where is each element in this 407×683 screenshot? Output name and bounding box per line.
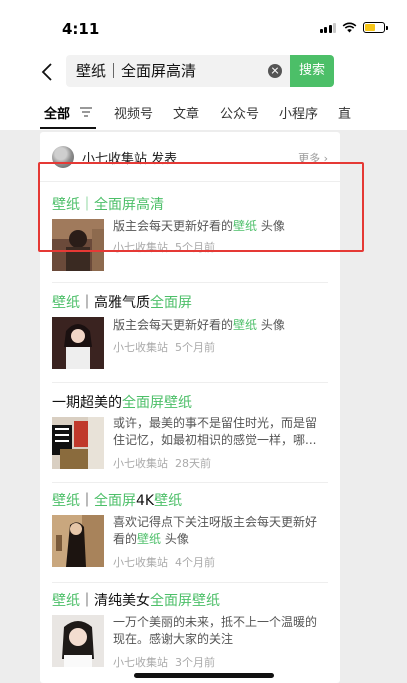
result-title[interactable]: 壁纸｜全面屏高清 [52,194,164,214]
result-card: 小七收集站 发表 更多 › 壁纸｜全面屏高清 版主会每天更新好看的壁纸 头像 小… [40,132,340,683]
result-description: 版主会每天更新好看的壁纸 头像 [113,218,327,235]
publish-time: 4个月前 [175,556,215,569]
keyword-highlight: 全面屏高清 [94,197,164,213]
thumbnail-image [52,615,104,667]
wifi-icon [342,22,357,33]
result-meta: 小七收集站 3个月前 [113,654,215,670]
result-description: 或许，最美的事不是留住时光，而是留住记忆，如最初相识的感觉一样，哪... [113,415,327,449]
filter-icon[interactable] [80,107,92,117]
keyword-highlight: 壁纸 [154,493,183,509]
publish-time: 28天前 [175,457,211,470]
result-tabs: 全部 视频号 文章 公众号 小程序 直 [0,100,407,130]
tab-official-accounts[interactable]: 公众号 [220,103,259,122]
list-item[interactable]: 一期超美的全面屏壁纸 或许，最美的事不是留住时光，而是留住记忆，如最初相识的感觉… [40,382,340,482]
source-name: 小七收集站 [113,656,168,669]
search-input[interactable]: 壁纸｜全面屏高清 [76,55,196,87]
result-title[interactable]: 一期超美的全面屏壁纸 [52,392,192,412]
keyword-highlight: 壁纸 [233,318,258,332]
thumbnail-image [52,219,104,271]
result-description: 喜欢记得点下关注呀版主会每天更新好看的壁纸 头像 [113,514,327,548]
publish-time: 5个月前 [175,241,215,254]
keyword-highlight: 壁纸 [52,493,80,509]
account-name[interactable]: 小七收集站 发表 [82,148,177,167]
tab-mini-programs[interactable]: 小程序 [279,103,318,122]
active-tab-indicator [40,127,96,129]
keyword-highlight: 壁纸 [233,219,258,233]
keyword-highlight: 壁纸 [52,295,80,311]
more-label: 更多 [298,152,321,165]
text-segment: 一万个美丽的未来，抵不上一个温暖的现在。感谢大家的关注 [113,615,318,646]
thumbnail-image [52,417,104,469]
chevron-right-icon: › [323,152,328,165]
publish-time: 5个月前 [175,341,215,354]
status-time: 4:11 [62,20,100,38]
more-link[interactable]: 更多 › [298,150,328,166]
keyword-highlight: 全面屏壁纸 [150,593,220,609]
keyword-highlight: 全面屏壁纸 [122,395,192,411]
home-indicator[interactable] [134,673,274,678]
result-title[interactable]: 壁纸｜全面屏4K壁纸 [52,490,182,510]
text-segment: 4K [136,493,155,509]
list-item[interactable]: 壁纸｜高雅气质全面屏 版主会每天更新好看的壁纸 头像 小七收集站 5个月前 [40,282,340,382]
text-segment: ｜高雅气质 [80,295,150,311]
source-name: 小七收集站 [113,241,168,254]
avatar[interactable] [52,146,74,168]
source-name: 小七收集站 [113,341,168,354]
back-arrow-icon[interactable] [40,62,56,82]
result-meta: 小七收集站 5个月前 [113,339,215,355]
thumbnail-image [52,317,104,369]
search-field[interactable]: 壁纸｜全面屏高清 [66,55,290,87]
publish-time: 3个月前 [175,656,215,669]
battery-icon [363,22,388,33]
keyword-highlight: 壁纸 [52,593,80,609]
thumbnail-image [52,515,104,567]
source-name: 小七收集站 [113,457,168,470]
text-segment: 头像 [257,219,285,233]
tab-articles[interactable]: 文章 [173,103,199,122]
status-icons [319,22,388,33]
keyword-highlight: ｜ [80,197,94,213]
text-segment: 或许，最美的事不是留住时光，而是留住记忆，如最初相识的感觉一样，哪... [113,416,318,447]
tab-channels[interactable]: 视频号 [114,103,153,122]
text-segment: ｜清纯美女 [80,593,150,609]
list-item[interactable]: 壁纸｜全面屏4K壁纸 喜欢记得点下关注呀版主会每天更新好看的壁纸 头像 小七收集… [40,482,340,582]
source-name: 小七收集站 [113,556,168,569]
result-meta: 小七收集站 4个月前 [113,554,215,570]
result-title[interactable]: 壁纸｜清纯美女全面屏壁纸 [52,590,220,610]
keyword-highlight: 壁纸 [52,197,80,213]
text-segment: 版主会每天更新好看的 [113,219,234,233]
search-bar: 壁纸｜全面屏高清 搜索 [0,44,407,100]
text-segment: 版主会每天更新好看的 [113,318,234,332]
text-segment: ｜ [80,493,94,509]
status-bar: 4:11 [0,0,407,44]
result-description: 一万个美丽的未来，抵不上一个温暖的现在。感谢大家的关注 [113,614,327,648]
result-meta: 小七收集站 5个月前 [113,239,215,255]
keyword-highlight: 壁纸 [137,532,162,546]
tab-all[interactable]: 全部 [44,103,70,122]
keyword-highlight: 全面屏 [94,493,136,509]
search-button[interactable]: 搜索 [290,55,334,87]
clear-search-icon[interactable] [268,64,282,78]
text-segment: 头像 [161,532,189,546]
text-segment: 头像 [257,318,285,332]
text-segment: 一期超美的 [52,395,122,411]
result-meta: 小七收集站 28天前 [113,455,211,471]
tab-live[interactable]: 直 [338,103,351,122]
account-header[interactable]: 小七收集站 发表 更多 › [40,132,340,182]
keyword-highlight: 全面屏 [150,295,192,311]
result-description: 版主会每天更新好看的壁纸 头像 [113,317,327,334]
cellular-signal-icon [319,22,336,33]
list-item[interactable]: 壁纸｜全面屏高清 版主会每天更新好看的壁纸 头像 小七收集站 5个月前 [40,182,340,282]
list-item[interactable]: 壁纸｜清纯美女全面屏壁纸 一万个美丽的未来，抵不上一个温暖的现在。感谢大家的关注… [40,582,340,683]
result-title[interactable]: 壁纸｜高雅气质全面屏 [52,292,192,312]
